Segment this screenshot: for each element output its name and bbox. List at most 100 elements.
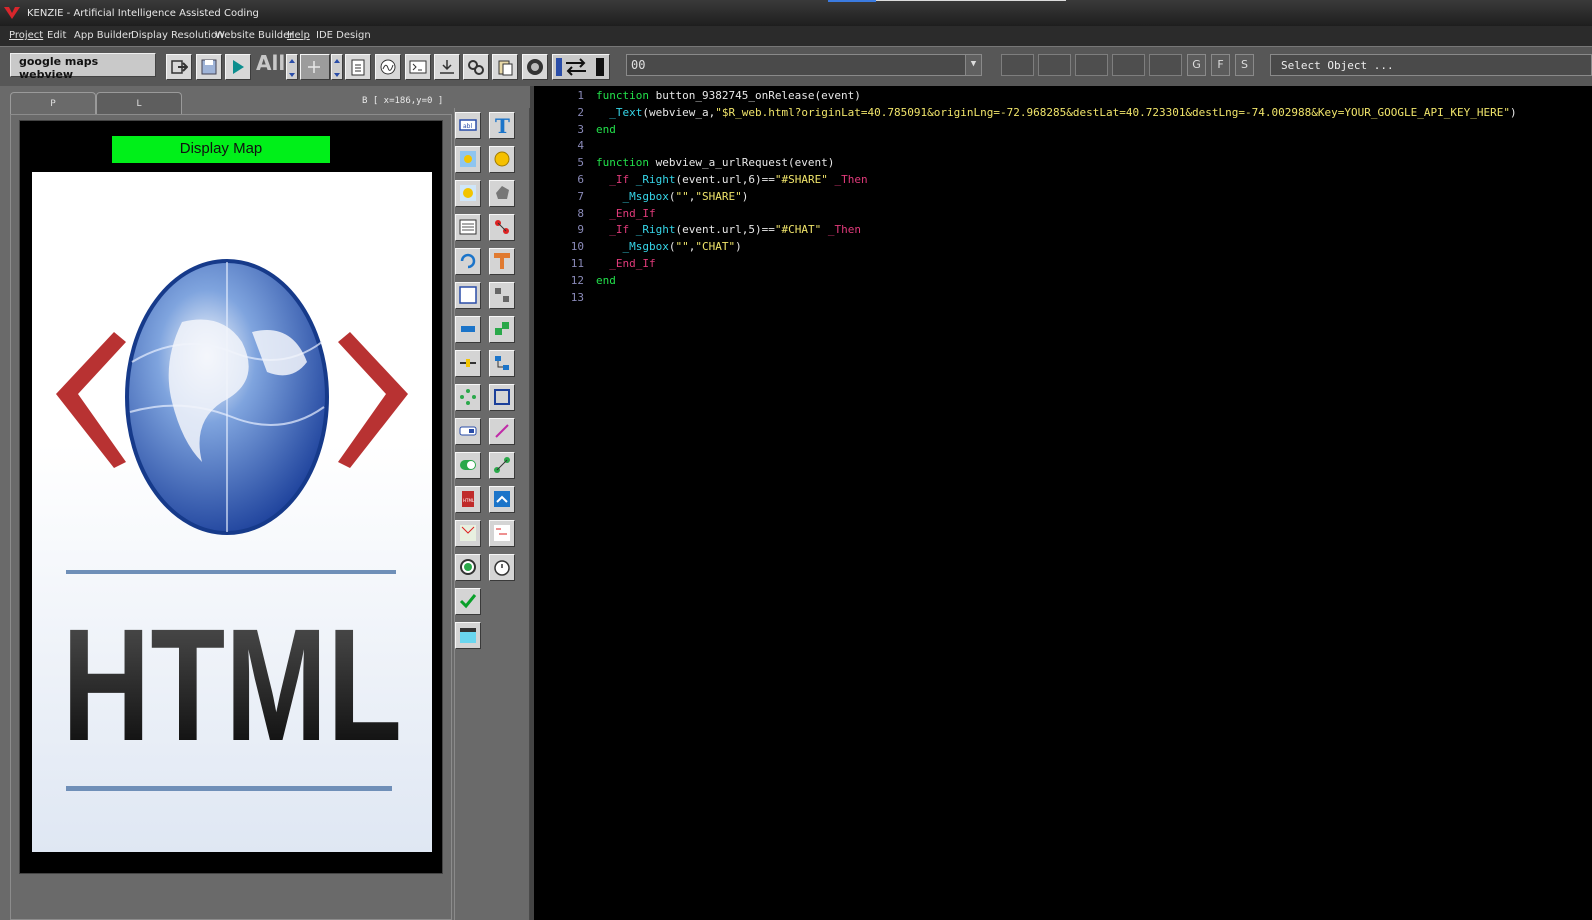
object-combo[interactable]: 00 ▼: [626, 54, 982, 76]
palette-list[interactable]: [455, 214, 481, 241]
code-line[interactable]: _If _Right(event.url,5)=="#CHAT" _Then: [596, 223, 861, 236]
tab-portrait[interactable]: P: [10, 92, 96, 114]
palette-joints[interactable]: [489, 214, 515, 241]
palette-slider[interactable]: [455, 350, 481, 377]
webview-a[interactable]: HTML: [32, 172, 432, 852]
round-button-icon: [494, 151, 510, 167]
clipboard-icon: [351, 59, 365, 76]
palette-image[interactable]: [455, 146, 481, 173]
palette-frame[interactable]: [489, 384, 515, 411]
toolbar-slot-4[interactable]: [1112, 54, 1145, 76]
palette-layout[interactable]: [489, 248, 515, 275]
html-text-graphic: HTML: [62, 595, 402, 774]
designer-panel: P L B [ x=186,y=0 ] Display Map HTML abl…: [0, 86, 530, 920]
code-line[interactable]: _If _Right(event.url,6)=="#SHARE" _Then: [596, 173, 867, 186]
palette-textarea[interactable]: [455, 282, 481, 309]
menu-project[interactable]: Project: [9, 30, 43, 41]
palette-tree[interactable]: [489, 350, 515, 377]
palette-chat[interactable]: [489, 520, 515, 547]
tab-landscape[interactable]: L: [96, 92, 182, 114]
settings-button[interactable]: [463, 54, 489, 80]
record-button[interactable]: [522, 54, 548, 80]
toolbar-slot-5[interactable]: [1149, 54, 1182, 76]
line-number: 10: [570, 240, 584, 254]
paste-button[interactable]: [492, 54, 518, 80]
palette-connector[interactable]: [489, 452, 515, 479]
transfer-button[interactable]: [552, 54, 610, 80]
object-combo-value: 00: [631, 58, 646, 72]
palette-shape[interactable]: [489, 180, 515, 207]
align-vertical-button[interactable]: [286, 54, 298, 80]
toolbar-slot-1[interactable]: [1001, 54, 1034, 76]
run-all-button[interactable]: All: [256, 51, 285, 75]
palette-spinner[interactable]: [455, 384, 481, 411]
palette-toggle-switch[interactable]: [455, 452, 481, 479]
save-button[interactable]: [196, 54, 222, 80]
terminal-button[interactable]: [405, 54, 431, 80]
line-number: 3: [577, 122, 584, 136]
code-line[interactable]: _End_If: [596, 207, 655, 220]
code-line[interactable]: _Text(webview_a,"$R_web.html?originLat=4…: [596, 106, 1516, 119]
f-button[interactable]: F: [1211, 54, 1230, 76]
code-line[interactable]: function button_9382745_onRelease(event): [596, 89, 861, 102]
line-number: 4: [577, 139, 584, 153]
palette-field[interactable]: [455, 316, 481, 343]
layout-icon: [494, 253, 510, 269]
palette-button[interactable]: [489, 146, 515, 173]
g-button[interactable]: G: [1187, 54, 1206, 76]
export-button[interactable]: [166, 54, 192, 80]
code-editor[interactable]: 1 function button_9382745_onRelease(event…: [530, 86, 1592, 920]
palette-animated-image[interactable]: [455, 180, 481, 207]
code-line[interactable]: _Msgbox("","CHAT"): [596, 240, 742, 253]
signature-button[interactable]: [375, 54, 401, 80]
properties-button[interactable]: [345, 54, 371, 80]
palette-path[interactable]: [489, 418, 515, 445]
palette-physics[interactable]: [489, 316, 515, 343]
menu-display-resolution[interactable]: Display Resolution: [131, 30, 223, 41]
palette-video[interactable]: [455, 622, 481, 649]
code-line[interactable]: end: [596, 123, 616, 136]
checkmark-icon: [459, 594, 477, 609]
palette-progress[interactable]: [455, 248, 481, 275]
spinner-icon: [460, 389, 476, 405]
svg-text:abl: abl: [463, 123, 472, 130]
palette-webview[interactable]: [489, 486, 515, 513]
code-line[interactable]: _Msgbox("","SHARE"): [596, 190, 749, 203]
palette-html[interactable]: HTML: [455, 486, 481, 513]
chevron-down-icon[interactable]: ▼: [965, 55, 981, 75]
code-line[interactable]: end: [596, 274, 616, 287]
palette-switch[interactable]: [455, 418, 481, 445]
html-file-icon: HTML: [462, 491, 475, 507]
palette-timer[interactable]: [489, 554, 515, 581]
code-line[interactable]: function webview_a_urlRequest(event): [596, 156, 834, 169]
image-icon: [460, 151, 476, 167]
menu-edit[interactable]: Edit: [47, 30, 66, 41]
palette-textbox[interactable]: abl: [455, 112, 481, 139]
move-icon: [308, 61, 320, 73]
align-horizontal-button[interactable]: [331, 54, 343, 80]
menu-website-builder[interactable]: Website Builder: [215, 30, 293, 41]
s-button[interactable]: S: [1235, 54, 1254, 76]
paste-icon: [498, 60, 513, 76]
install-button[interactable]: [434, 54, 460, 80]
toolbar-slot-3[interactable]: [1075, 54, 1108, 76]
toolbar-slot-2[interactable]: [1038, 54, 1071, 76]
flower-icon: [460, 185, 476, 201]
move-button[interactable]: [300, 54, 330, 80]
menu-app-builder[interactable]: App Builder: [74, 30, 132, 41]
run-button[interactable]: [225, 54, 251, 80]
kenzie-logo-icon: [4, 7, 20, 19]
palette-checkbox[interactable]: [455, 588, 481, 615]
component-palette: abl T HTML: [454, 108, 530, 920]
menu-help[interactable]: Help: [287, 30, 310, 41]
select-object-field[interactable]: Select Object ...: [1270, 54, 1592, 76]
project-name-button[interactable]: google maps webview: [10, 53, 156, 81]
code-line[interactable]: _End_If: [596, 257, 655, 270]
palette-text[interactable]: T: [489, 112, 515, 139]
display-map-button[interactable]: Display Map: [112, 136, 330, 163]
textarea-icon: [459, 286, 477, 304]
palette-map[interactable]: [455, 520, 481, 547]
palette-grid[interactable]: [489, 282, 515, 309]
menu-ide-design[interactable]: IDE Design: [316, 30, 371, 41]
palette-radio[interactable]: [455, 554, 481, 581]
